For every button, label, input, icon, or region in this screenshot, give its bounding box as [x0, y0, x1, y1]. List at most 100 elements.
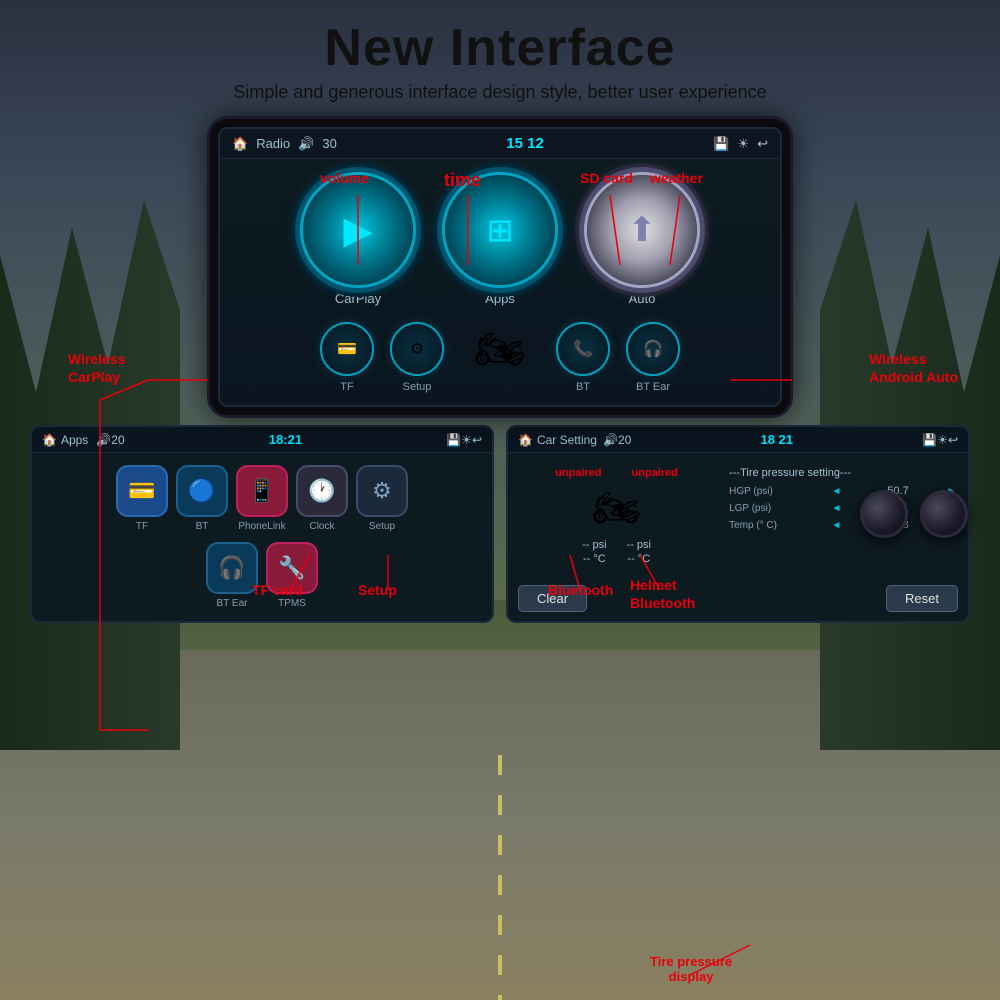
car-sd-icon: 💾	[922, 433, 937, 447]
knob-right[interactable]	[920, 490, 968, 538]
ann-bluetooth: Bluetooth	[548, 582, 613, 599]
apps-button[interactable]: ⊞ Apps	[445, 175, 555, 306]
apps-row-1: 💳 TF 🔵 BT 📱 PhoneLink	[116, 465, 408, 532]
small-icons-row: 💳 TF ⚙ Setup 🏍	[320, 322, 680, 393]
home-icon[interactable]: 🏠	[232, 136, 248, 152]
main-screen: 🏠 Radio 🔊 30 15 12 💾 ☀ ↩	[218, 127, 782, 407]
apps-bright-icon[interactable]: ☀	[461, 433, 472, 447]
car-back-icon[interactable]: ↩	[948, 433, 958, 447]
tire-right-status: unpaired	[632, 467, 678, 479]
ann-carplay: WirelessCarPlay	[68, 350, 125, 386]
knobs-area	[860, 490, 968, 538]
bt-ear-icon: 🎧	[643, 339, 663, 359]
time-display: 15 12	[506, 135, 544, 152]
apps-icon: ⊞	[487, 211, 514, 249]
hgp-dec-btn[interactable]: ◄	[831, 486, 841, 497]
car-status-bar: 🏠 Car Setting 🔊 20 18 21 💾 ☀ ↩	[508, 427, 968, 453]
brightness-icon[interactable]: ☀	[737, 136, 749, 152]
tf-app-icon: 💳	[128, 478, 155, 504]
apps-status-bar: 🏠 Apps 🔊 20 18:21 💾 ☀ ↩	[32, 427, 492, 453]
main-status-bar: 🏠 Radio 🔊 30 15 12 💾 ☀ ↩	[220, 129, 780, 159]
bottom-panels: 🏠 Apps 🔊 20 18:21 💾 ☀ ↩ 💳 TF	[0, 425, 1000, 623]
tire-right-psi: -- psi	[627, 539, 651, 551]
car-volume-icon: 🔊	[603, 433, 618, 447]
apps-sd-icon: 💾	[446, 433, 461, 447]
tire-display: unpaired unpaired 🏍 -- psi -- °C -- psi …	[516, 461, 717, 571]
bt-icon: 📞	[573, 339, 593, 359]
apps-volume-val: 20	[111, 433, 124, 447]
setup-icon: ⚙	[410, 339, 424, 359]
main-device: 🏠 Radio 🔊 30 15 12 💾 ☀ ↩	[210, 119, 790, 415]
ann-volume: volume	[320, 170, 369, 187]
clock-app-btn[interactable]: 🕐 Clock	[296, 465, 348, 532]
car-home-icon[interactable]: 🏠	[518, 433, 533, 447]
clock-icon: 🕐	[308, 478, 335, 504]
radio-label: Radio	[256, 136, 290, 151]
reset-button[interactable]: Reset	[886, 585, 958, 612]
main-icons-grid: ▶ CarPlay ⊞ Apps ⬆	[220, 159, 780, 405]
setup-app-btn[interactable]: ⚙ Setup	[356, 465, 408, 532]
car-bright-icon[interactable]: ☀	[937, 433, 948, 447]
ann-weather: weather	[650, 170, 703, 187]
bt-ear-button[interactable]: 🎧 BT Ear	[626, 322, 680, 393]
carplay-button[interactable]: ▶ CarPlay	[303, 175, 413, 306]
knob-left[interactable]	[860, 490, 908, 538]
btear-app-icon: 🎧	[218, 555, 245, 581]
tire-setting-title: ---Tire pressure setting---	[729, 467, 956, 479]
tpms-icon: 🔧	[278, 555, 305, 581]
tpms-app-btn[interactable]: 🔧 TPMS	[266, 542, 318, 609]
back-icon[interactable]: ↩	[757, 136, 768, 152]
ann-tire-pressure: Tire pressuredisplay	[650, 954, 732, 985]
bt-button[interactable]: 📞 BT	[556, 322, 610, 393]
page-title: New Interface	[0, 18, 1000, 78]
lgp-dec-btn[interactable]: ◄	[831, 503, 841, 514]
tire-moto-icon: 🏍	[592, 487, 640, 531]
motorcycle-image: 🏍	[460, 322, 540, 376]
temp-dec-btn[interactable]: ◄	[831, 520, 841, 531]
nav-icon: ⬆	[628, 210, 657, 250]
hgp-label: HGP (psi)	[729, 486, 794, 497]
bt-app-icon: 🔵	[188, 478, 215, 504]
ann-tfcard: TF card	[252, 582, 303, 599]
apps-volume-icon: 🔊	[96, 433, 111, 447]
header-section: New Interface Simple and generous interf…	[0, 0, 1000, 111]
auto-button[interactable]: ⬆ Auto	[587, 175, 697, 306]
temp-label: Temp (° C)	[729, 520, 794, 531]
apps-label: Apps	[485, 291, 515, 306]
ann-setup: Setup	[358, 582, 397, 599]
tire-right-temp: -- °C	[627, 553, 651, 565]
ann-android: WirelessAndroid Auto	[869, 350, 958, 386]
apps-panel-label: Apps	[61, 433, 88, 447]
main-device-area: 🏠 Radio 🔊 30 15 12 💾 ☀ ↩	[0, 119, 1000, 415]
play-icon: ▶	[343, 208, 372, 253]
lgp-label: LGP (psi)	[729, 503, 794, 514]
apps-time: 18:21	[269, 432, 302, 447]
tf-icon: 💳	[337, 339, 357, 359]
page-subtitle: Simple and generous interface design sty…	[0, 82, 1000, 103]
setup-button[interactable]: ⚙ Setup	[390, 322, 444, 393]
tf-button[interactable]: 💳 TF	[320, 322, 374, 393]
carplay-label: CarPlay	[335, 291, 381, 306]
apps-back-icon[interactable]: ↩	[472, 433, 482, 447]
car-panel-label: Car Setting	[537, 433, 597, 447]
ann-time: time	[444, 170, 481, 192]
btear-app-btn[interactable]: 🎧 BT Ear	[206, 542, 258, 609]
phonelink-app-btn[interactable]: 📱 PhoneLink	[236, 465, 288, 532]
car-volume-val: 20	[618, 433, 631, 447]
phonelink-icon: 📱	[248, 478, 275, 504]
bt-app-btn[interactable]: 🔵 BT	[176, 465, 228, 532]
auto-label: Auto	[629, 291, 656, 306]
big-circles-row: ▶ CarPlay ⊞ Apps ⬆	[303, 175, 697, 306]
apps-home-icon[interactable]: 🏠	[42, 433, 57, 447]
tire-left-temp: -- °C	[582, 553, 606, 565]
ann-helmet: HelmetBluetooth	[630, 576, 695, 612]
car-time: 18 21	[760, 432, 793, 447]
volume-value: 30	[322, 136, 336, 151]
volume-icon: 🔊	[298, 136, 314, 152]
sd-icon: 💾	[713, 136, 729, 152]
tire-left-psi: -- psi	[582, 539, 606, 551]
ann-sdcard: SD card	[580, 170, 633, 187]
tf-app-btn[interactable]: 💳 TF	[116, 465, 168, 532]
tire-left-status: unpaired	[555, 467, 601, 479]
apps-row-2: 🎧 BT Ear 🔧 TPMS	[206, 542, 318, 609]
